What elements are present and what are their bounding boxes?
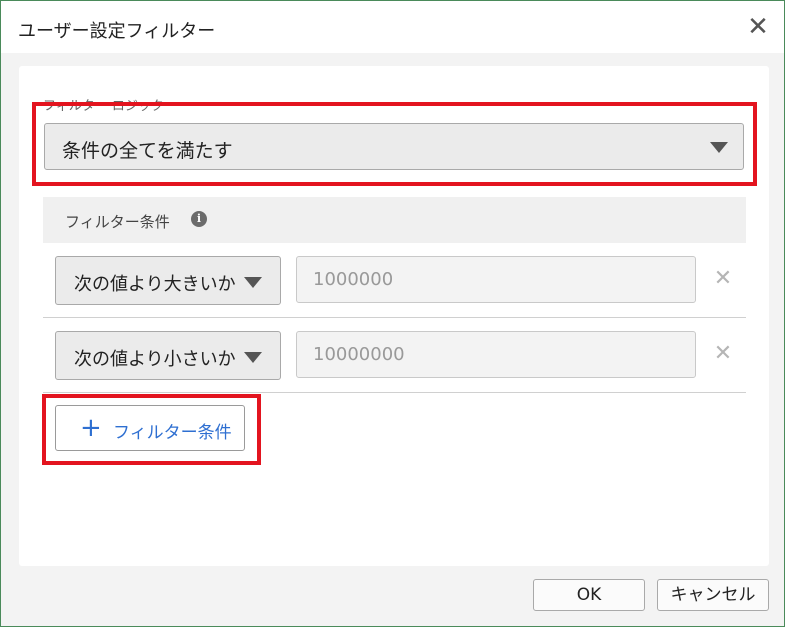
title-bar: ユーザー設定フィルター ✕ (1, 1, 784, 53)
filter-conditions-label: フィルター条件 (65, 213, 170, 231)
custom-filter-dialog: ユーザー設定フィルター ✕ フィルター ロジック 条件の全てを満たす フィルター… (0, 0, 785, 627)
cancel-button[interactable]: キャンセル (657, 579, 769, 611)
filter-logic-value: 条件の全てを満たす (62, 140, 233, 162)
add-filter-condition-label: フィルター条件 (113, 423, 232, 443)
condition-row: 次の値より大きいか ✕ (43, 243, 746, 318)
ok-button[interactable]: OK (533, 579, 645, 611)
filter-logic-label: フィルター ロジック (43, 99, 164, 114)
condition-value-input[interactable] (296, 256, 696, 303)
dropdown-arrow-icon (244, 277, 262, 288)
condition-value-input[interactable] (296, 331, 696, 378)
dropdown-arrow-icon (710, 142, 728, 153)
condition-row: 次の値より小さいか ✕ (43, 318, 746, 393)
info-icon[interactable]: i (191, 211, 207, 227)
dialog-title: ユーザー設定フィルター (18, 21, 216, 42)
condition-operator-value: 次の値より小さいか (74, 349, 236, 370)
condition-operator-dropdown[interactable]: 次の値より小さいか (55, 331, 281, 380)
filter-logic-dropdown[interactable]: 条件の全てを満たす (44, 123, 744, 170)
remove-condition-icon[interactable]: ✕ (710, 265, 736, 293)
filter-conditions-header: フィルター条件 i (43, 197, 746, 243)
dropdown-arrow-icon (244, 352, 262, 363)
condition-operator-value: 次の値より大きいか (74, 274, 236, 295)
remove-condition-icon[interactable]: ✕ (710, 340, 736, 368)
condition-operator-dropdown[interactable]: 次の値より大きいか (55, 256, 281, 305)
plus-icon: + (80, 413, 102, 443)
row-divider (43, 392, 746, 393)
add-filter-condition-button[interactable]: + フィルター条件 (55, 405, 245, 451)
close-icon[interactable]: ✕ (744, 13, 772, 41)
